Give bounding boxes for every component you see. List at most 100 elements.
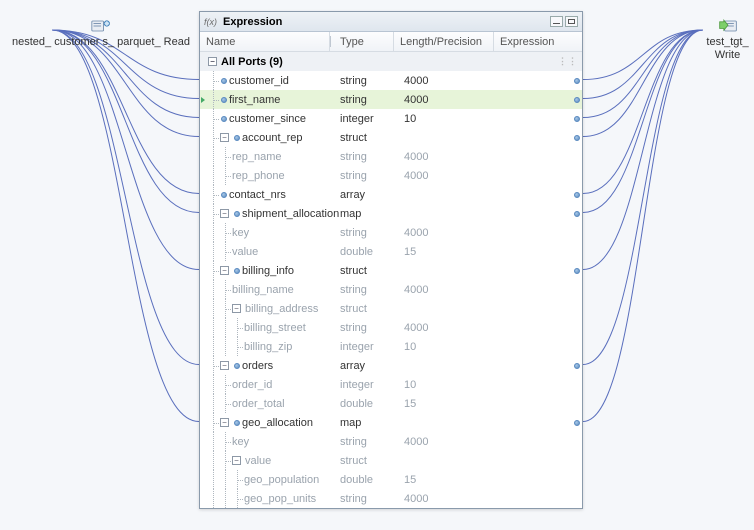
panel-header[interactable]: f(x) Expression: [200, 12, 582, 32]
input-port-icon[interactable]: [234, 363, 240, 369]
col-name-header[interactable]: Name: [200, 32, 330, 51]
input-port-icon[interactable]: [221, 116, 227, 122]
output-port-icon[interactable]: [574, 135, 580, 141]
port-name: rep_phone: [232, 170, 285, 182]
port-row[interactable]: billing_streetstring4000: [200, 318, 582, 337]
port-row[interactable]: keystring4000: [200, 223, 582, 242]
input-port-icon[interactable]: [221, 192, 227, 198]
port-type: double: [334, 474, 398, 486]
source-node[interactable]: nested_ customer s_ parquet_ Read: [12, 18, 190, 49]
output-port-icon[interactable]: [574, 116, 580, 122]
port-type: string: [334, 436, 398, 448]
col-expression-header[interactable]: Expression: [494, 32, 582, 51]
port-type: integer: [334, 341, 398, 353]
port-row[interactable]: contact_nrsarray: [200, 185, 582, 204]
expand-toggle[interactable]: −: [232, 456, 241, 465]
all-ports-row[interactable]: − All Ports (9) ⋮⋮: [200, 52, 582, 71]
panel-title: Expression: [223, 16, 550, 28]
target-node[interactable]: test_tgt_ Write: [701, 18, 754, 62]
port-length: 10: [398, 379, 498, 391]
expand-toggle[interactable]: −: [220, 133, 229, 142]
expand-toggle[interactable]: −: [232, 304, 241, 313]
col-type-header[interactable]: Type: [334, 32, 394, 51]
port-type: string: [334, 284, 398, 296]
column-header-row: Name Type Length/Precision Expression: [200, 32, 582, 52]
port-length: 4000: [398, 75, 498, 87]
minimize-button[interactable]: [550, 16, 563, 27]
port-type: struct: [334, 265, 398, 277]
port-type: string: [334, 75, 398, 87]
collapse-toggle[interactable]: −: [208, 57, 217, 66]
port-row[interactable]: geo_populationdouble15: [200, 470, 582, 489]
port-length: 4000: [398, 151, 498, 163]
port-length: 4000: [398, 170, 498, 182]
output-port-icon[interactable]: [574, 192, 580, 198]
port-length: 15: [398, 474, 498, 486]
port-row[interactable]: geo_pop_unitsstring4000: [200, 489, 582, 508]
col-length-header[interactable]: Length/Precision: [394, 32, 494, 51]
port-name: billing_street: [244, 322, 306, 334]
input-port-icon[interactable]: [234, 135, 240, 141]
port-type: string: [334, 170, 398, 182]
target-icon: [718, 18, 738, 34]
port-row[interactable]: order_idinteger10: [200, 375, 582, 394]
port-type: map: [334, 417, 398, 429]
port-name: customer_id: [229, 75, 289, 87]
port-row[interactable]: billing_namestring4000: [200, 280, 582, 299]
port-type: string: [334, 322, 398, 334]
port-length: 15: [398, 398, 498, 410]
expand-toggle[interactable]: −: [220, 266, 229, 275]
port-name: rep_name: [232, 151, 282, 163]
input-port-icon[interactable]: [221, 78, 227, 84]
port-row[interactable]: −ordersarray: [200, 356, 582, 375]
port-row[interactable]: first_namestring4000: [200, 90, 582, 109]
input-port-icon[interactable]: [234, 420, 240, 426]
input-port-icon[interactable]: [221, 97, 227, 103]
port-name: billing_name: [232, 284, 294, 296]
port-row[interactable]: −account_repstruct: [200, 128, 582, 147]
port-name: order_total: [232, 398, 285, 410]
port-length: 4000: [398, 94, 498, 106]
maximize-button[interactable]: [565, 16, 578, 27]
port-row[interactable]: customer_sinceinteger10: [200, 109, 582, 128]
input-port-icon[interactable]: [234, 211, 240, 217]
input-port-icon[interactable]: [234, 268, 240, 274]
port-row[interactable]: order_totaldouble15: [200, 394, 582, 413]
port-length: 4000: [398, 436, 498, 448]
all-ports-label: All Ports (9): [221, 56, 283, 68]
port-row[interactable]: valuedouble15: [200, 242, 582, 261]
port-length: 4000: [398, 227, 498, 239]
port-row[interactable]: key string4000: [200, 432, 582, 451]
port-length: 15: [398, 246, 498, 258]
output-port-icon[interactable]: [574, 420, 580, 426]
expand-toggle[interactable]: −: [220, 209, 229, 218]
output-port-icon[interactable]: [574, 268, 580, 274]
port-length: 4000: [398, 493, 498, 505]
port-type: string: [334, 227, 398, 239]
expand-toggle[interactable]: −: [220, 418, 229, 427]
port-row[interactable]: − shipment_allocationmap: [200, 204, 582, 223]
port-row[interactable]: rep_phone string4000: [200, 166, 582, 185]
port-name: billing_info: [242, 265, 294, 277]
port-name: billing_address: [245, 303, 318, 315]
output-port-icon[interactable]: [574, 97, 580, 103]
port-row[interactable]: billing_zipinteger10: [200, 337, 582, 356]
port-row[interactable]: customer_id string4000: [200, 71, 582, 90]
port-row[interactable]: −geo_allocationmap: [200, 413, 582, 432]
port-row[interactable]: rep_name string4000: [200, 147, 582, 166]
port-name: key: [232, 436, 249, 448]
port-row[interactable]: −valuestruct: [200, 451, 582, 470]
port-name: value: [232, 246, 258, 258]
port-name: shipment_allocation: [242, 208, 339, 220]
output-port-icon[interactable]: [574, 211, 580, 217]
expand-toggle[interactable]: −: [220, 361, 229, 370]
port-row[interactable]: − billing_info struct: [200, 261, 582, 280]
port-type: struct: [334, 132, 398, 144]
port-type: string: [334, 94, 398, 106]
output-port-icon[interactable]: [574, 78, 580, 84]
port-type: string: [334, 151, 398, 163]
rows-container: − All Ports (9) ⋮⋮ customer_idstring4000…: [200, 52, 582, 508]
port-type: map: [334, 208, 398, 220]
port-row[interactable]: −billing_addressstruct: [200, 299, 582, 318]
output-port-icon[interactable]: [574, 363, 580, 369]
